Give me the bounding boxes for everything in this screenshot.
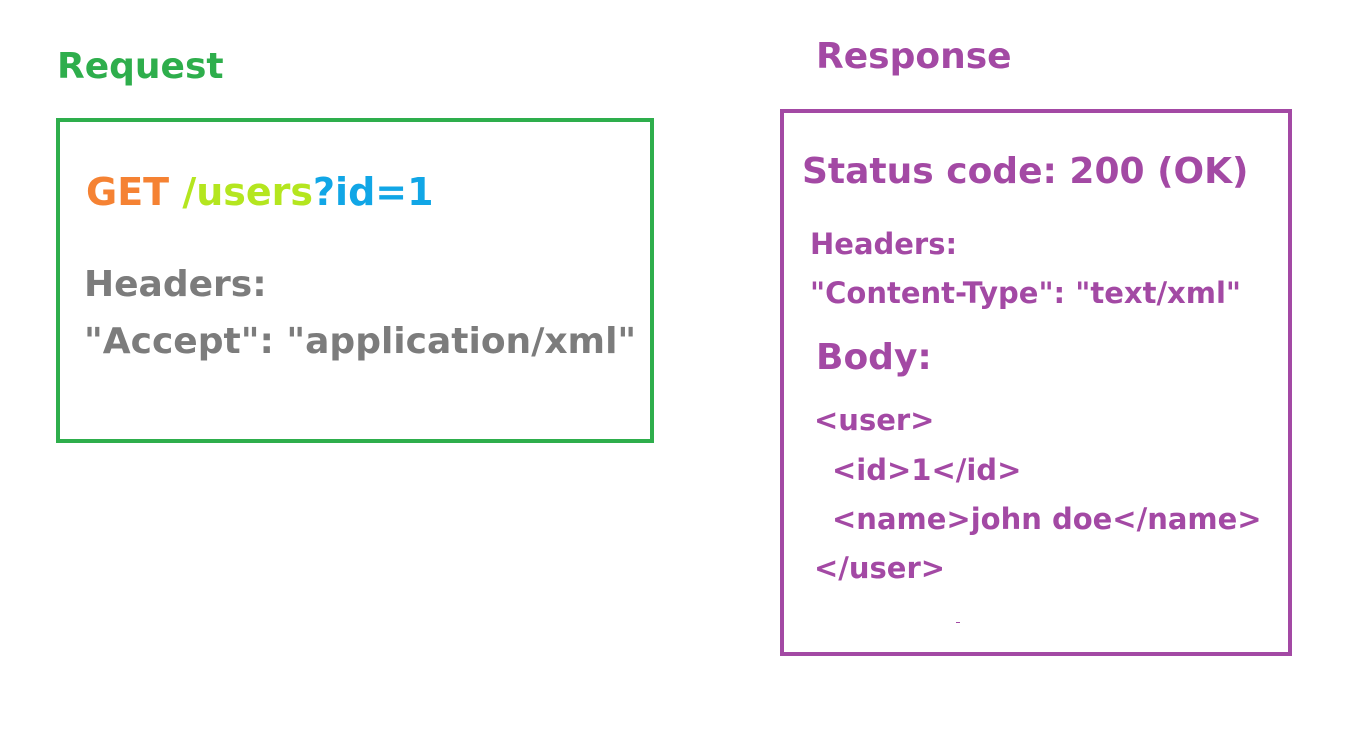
response-title: Response — [816, 36, 1012, 77]
request-line: GET /users?id=1 — [86, 170, 434, 214]
request-headers-label: Headers: — [84, 264, 267, 305]
response-body-line: <id>1</id> — [832, 453, 1022, 487]
stray-mark — [956, 622, 960, 623]
response-body-line: <user> — [814, 403, 935, 437]
request-path: /users — [182, 170, 313, 214]
request-query: ?id=1 — [313, 170, 434, 214]
response-header-content-type: "Content-Type": "text/xml" — [810, 276, 1242, 310]
response-body-line: </user> — [814, 551, 946, 585]
request-method: GET — [86, 170, 170, 214]
response-status-code: Status code: 200 (OK) — [802, 151, 1249, 192]
request-header-accept: "Accept": "application/xml" — [84, 321, 637, 362]
response-body-label: Body: — [816, 337, 932, 378]
response-headers-label: Headers: — [810, 227, 958, 261]
response-body-line: <name>john doe</name> — [832, 502, 1262, 536]
request-title: Request — [57, 46, 224, 87]
